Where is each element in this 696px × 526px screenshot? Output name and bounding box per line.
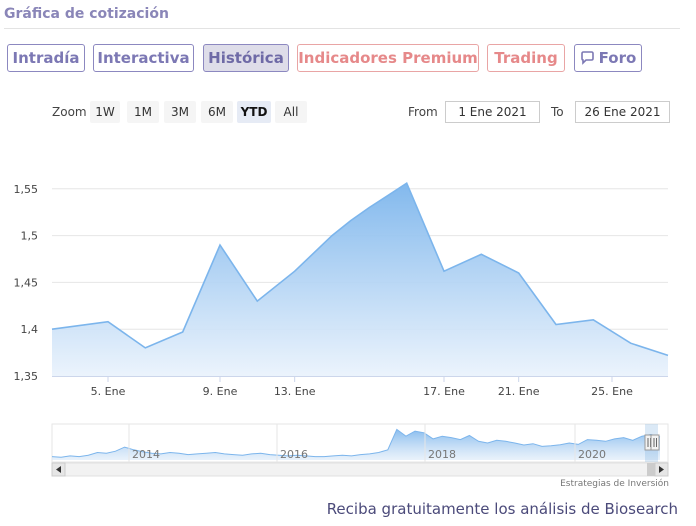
x-tick-label: 13. Ene <box>274 385 316 398</box>
x-tick-label: 21. Ene <box>498 385 540 398</box>
y-tick-label: 1,4 <box>21 323 39 336</box>
range-navigator[interactable]: 2014 2016 2018 2020 <box>51 423 669 463</box>
navigator-year-label: 2020 <box>578 448 606 461</box>
chart-area-series <box>51 182 669 377</box>
scroll-left-arrow-icon[interactable] <box>51 462 66 477</box>
navigator-year-label: 2014 <box>132 448 160 461</box>
price-chart: 1,35 1,4 1,45 1,5 1,55 5. Ene 9. Ene 13. Ene 17… <box>14 182 669 477</box>
x-tick-label: 17. Ene <box>423 385 465 398</box>
chart-credit[interactable]: Estrategias de Inversión <box>560 479 669 489</box>
x-axis: 5. Ene 9. Ene 13. Ene 17. Ene 21. Ene 25. Ene <box>91 376 633 398</box>
y-axis: 1,35 1,4 1,45 1,5 1,55 <box>14 183 39 383</box>
navigator-year-label: 2018 <box>428 448 456 461</box>
promo-link[interactable]: Reciba gratuitamente los análisis de Bio… <box>327 500 678 518</box>
y-tick-label: 1,55 <box>14 183 39 196</box>
y-tick-label: 1,35 <box>14 370 39 383</box>
y-tick-label: 1,45 <box>14 276 39 289</box>
y-tick-label: 1,5 <box>21 230 39 243</box>
scrollbar-thumb[interactable] <box>647 463 655 476</box>
navigator-scrollbar[interactable] <box>51 462 669 477</box>
scroll-right-arrow-icon[interactable] <box>654 462 669 477</box>
navigator-handle-icon[interactable] <box>650 434 660 451</box>
x-tick-label: 5. Ene <box>91 385 126 398</box>
x-tick-label: 25. Ene <box>591 385 633 398</box>
x-tick-label: 9. Ene <box>203 385 238 398</box>
navigator-year-label: 2016 <box>280 448 308 461</box>
